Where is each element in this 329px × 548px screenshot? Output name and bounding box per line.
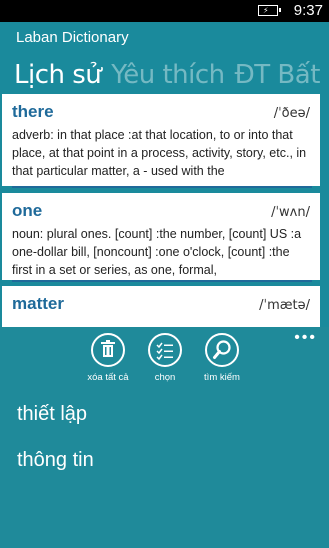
- select-list-icon: [148, 333, 182, 367]
- menu-item-settings[interactable]: thiết lập: [17, 403, 87, 426]
- entry-definition: adverb: in that place :at that location,…: [12, 128, 307, 178]
- app-title: Laban Dictionary: [16, 29, 129, 46]
- pivot-tab-history[interactable]: Lịch sử: [14, 58, 102, 92]
- trash-icon: [91, 333, 125, 367]
- entry-pronunciation: /ˈðeə/: [273, 106, 310, 121]
- history-list[interactable]: there /ˈðeə/ adverb: in that place :at t…: [0, 94, 329, 327]
- pivot-header: Lịch sử Yêu thích ĐT Bất q: [0, 58, 329, 92]
- battery-charging-icon: ⚡: [258, 5, 281, 16]
- entry-word: one: [12, 201, 43, 220]
- entry-definition: noun: plural ones. [count] :the number, …: [12, 227, 302, 277]
- entry-word: there: [12, 102, 54, 121]
- entry-pronunciation: /ˈwʌn/: [271, 205, 310, 220]
- status-bar: ⚡ 9:37: [0, 0, 329, 22]
- menu-item-about[interactable]: thông tin: [17, 449, 94, 472]
- history-entry[interactable]: matter /ˈmætə/: [2, 286, 320, 327]
- entry-word: matter: [12, 294, 64, 313]
- pivot-tab-favorites[interactable]: Yêu thích: [111, 58, 225, 92]
- entry-pronunciation: /ˈmætə/: [259, 298, 310, 313]
- search-button[interactable]: tìm kiếm: [187, 333, 257, 383]
- status-clock: 9:37: [293, 2, 323, 19]
- app-bar: xóa tất cả chọn tìm kiếm ••• thiết lập t…: [0, 327, 329, 548]
- search-icon: [205, 333, 239, 367]
- more-options-icon[interactable]: •••: [294, 329, 317, 347]
- pivot-tab-irregular-verbs[interactable]: ĐT Bất q: [235, 58, 329, 92]
- history-entry[interactable]: one /ˈwʌn/ noun: plural ones. [count] :t…: [2, 193, 320, 280]
- entry-divider: [12, 280, 312, 282]
- search-label: tìm kiếm: [204, 372, 240, 383]
- entry-divider: [12, 186, 312, 188]
- history-entry[interactable]: there /ˈðeə/ adverb: in that place :at t…: [2, 94, 320, 186]
